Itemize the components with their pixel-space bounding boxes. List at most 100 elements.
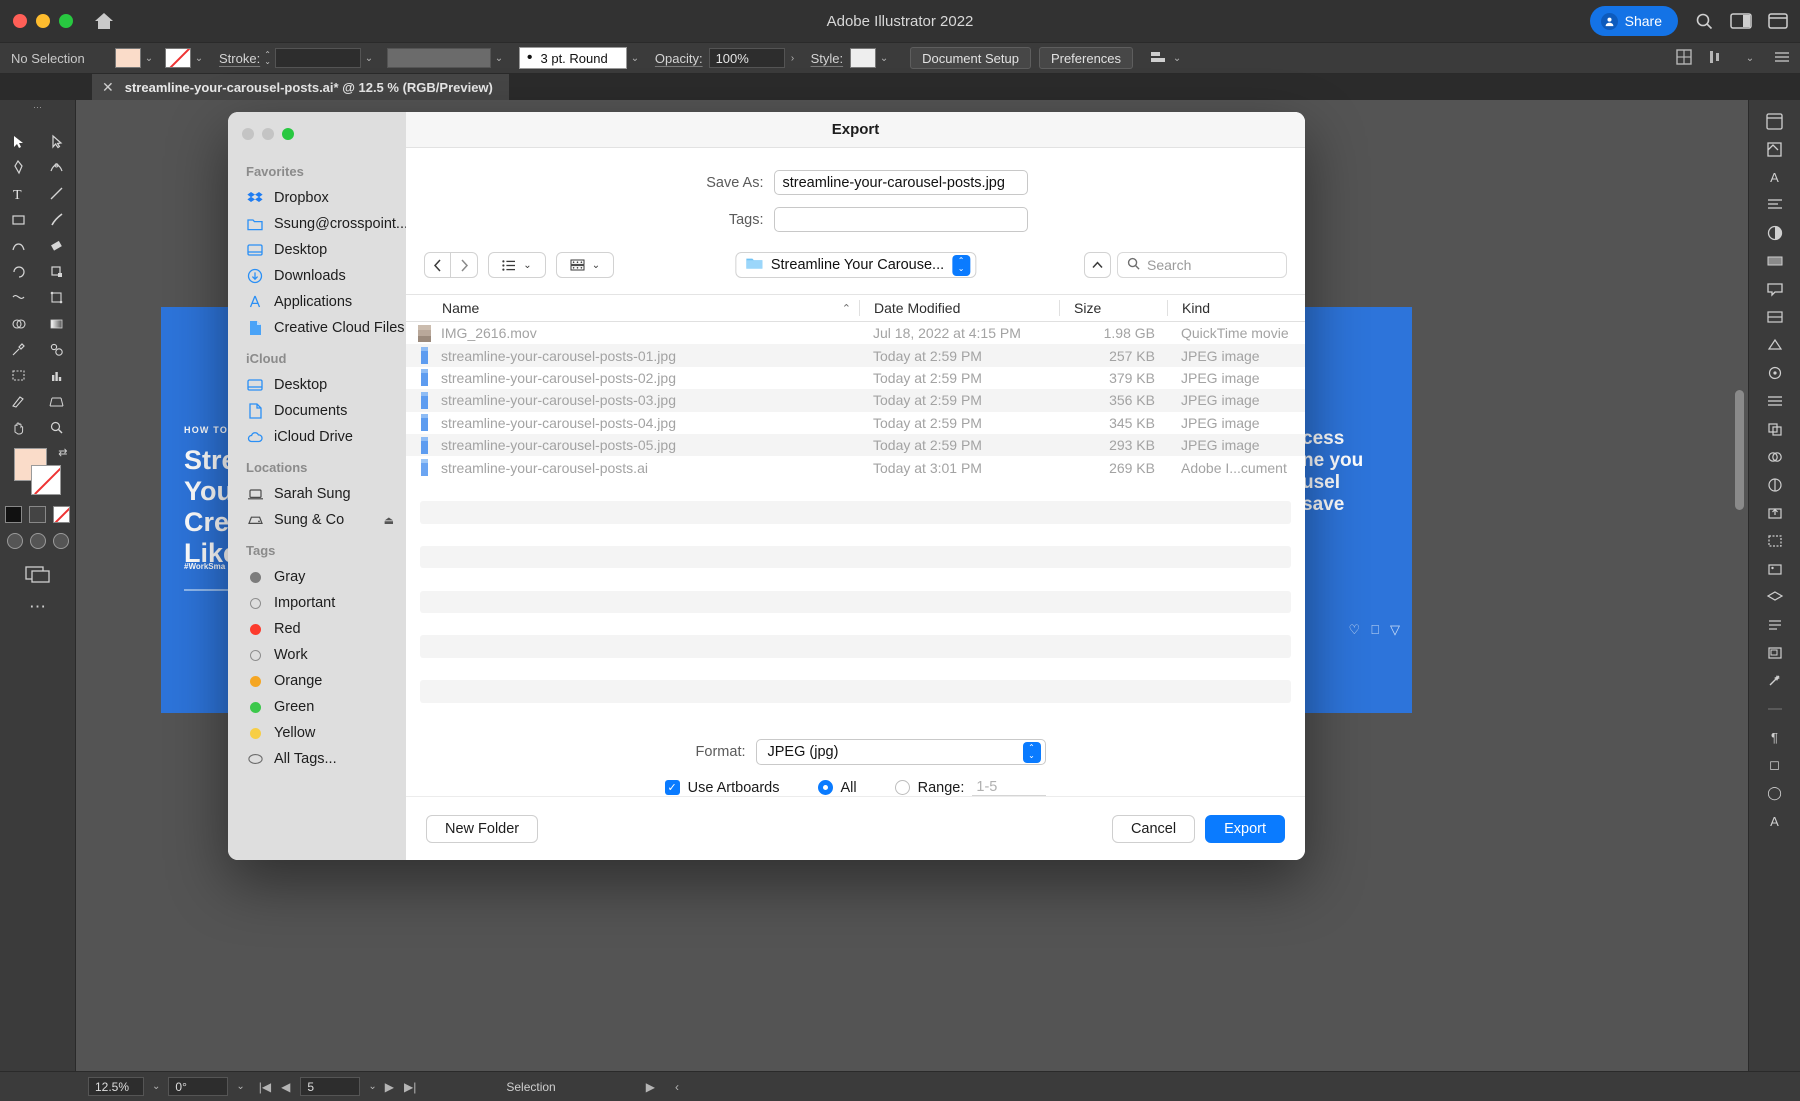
arrange-documents-icon[interactable] xyxy=(1730,12,1752,30)
paragraph-panel-icon[interactable] xyxy=(1755,192,1795,218)
dialog-close-button[interactable] xyxy=(242,128,254,140)
properties-panel-icon[interactable] xyxy=(1755,108,1795,134)
pathfinder-panel-icon[interactable] xyxy=(1755,416,1795,442)
sidebar-tag-orange[interactable]: Orange xyxy=(228,668,406,694)
dialog-minimize-button[interactable] xyxy=(262,128,274,140)
column-header-name[interactable]: Name ⌃ xyxy=(406,300,859,316)
table-row[interactable]: streamline-your-carousel-posts-01.jpg To… xyxy=(406,344,1305,367)
scale-tool[interactable] xyxy=(38,258,76,284)
asset-export-panel-icon[interactable] xyxy=(1755,500,1795,526)
sidebar-tag-yellow[interactable]: Yellow xyxy=(228,720,406,746)
width-tool[interactable] xyxy=(0,284,38,310)
rotate-tool[interactable] xyxy=(0,258,38,284)
status-flyout-icon[interactable]: ▶ xyxy=(646,1080,655,1094)
sidebar-item-desktop[interactable]: Desktop xyxy=(228,237,406,263)
layers-panel-icon[interactable] xyxy=(1755,584,1795,610)
export-button[interactable]: Export xyxy=(1205,814,1285,843)
save-as-input[interactable]: streamline-your-carousel-posts.jpg xyxy=(773,170,1028,195)
color-guide-panel-icon[interactable] xyxy=(1755,472,1795,498)
brush-definition-control[interactable]: • 3 pt. Round ⌄ xyxy=(518,47,643,69)
status-previous-icon[interactable]: ‹ xyxy=(675,1080,679,1094)
stroke-profile-field[interactable] xyxy=(386,48,491,68)
opacity-flyout-icon[interactable]: › xyxy=(785,53,801,64)
sidebar-item-downloads[interactable]: Downloads xyxy=(228,263,406,289)
sidebar-item-icloud-drive[interactable]: iCloud Drive xyxy=(228,424,406,450)
format-stepper-icon[interactable]: ⌃ ⌄ xyxy=(1022,741,1041,763)
chevron-down-icon[interactable]: ⌄ xyxy=(1169,53,1185,64)
libraries-panel-icon[interactable] xyxy=(1755,136,1795,162)
comments-panel-icon[interactable] xyxy=(1755,276,1795,302)
chevron-down-icon[interactable]: ⌄ xyxy=(627,53,643,64)
zoom-level-field[interactable]: 12.5% xyxy=(88,1077,144,1096)
sidebar-item-applications[interactable]: Applications xyxy=(228,289,406,315)
shape-panel-icon[interactable]: ◻ xyxy=(1755,752,1795,778)
shape-builder-tool[interactable] xyxy=(0,310,38,336)
chevron-down-icon[interactable]: ⌄ xyxy=(523,260,531,271)
pen-tool[interactable] xyxy=(0,154,38,180)
transform-panel-icon[interactable] xyxy=(1755,360,1795,386)
swatches-panel-icon[interactable] xyxy=(1755,220,1795,246)
canvas-scrollbar[interactable] xyxy=(1735,390,1744,510)
dialog-traffic-lights[interactable] xyxy=(228,122,406,154)
zoom-tool[interactable] xyxy=(38,414,76,440)
brushes-panel-icon[interactable] xyxy=(1755,304,1795,330)
search-field[interactable]: Search xyxy=(1117,252,1287,278)
cancel-button[interactable]: Cancel xyxy=(1111,814,1196,843)
align-control[interactable]: ⌄ xyxy=(1149,49,1185,68)
sidebar-item-documents[interactable]: Documents xyxy=(228,398,406,424)
sidebar-tag-work[interactable]: Work xyxy=(228,642,406,668)
collapse-button[interactable] xyxy=(1084,252,1111,278)
style-control[interactable]: Style: ⌄ xyxy=(811,48,893,68)
stroke-weight-control[interactable]: Stroke: ⌃ ⌄ ⌄ xyxy=(219,48,377,68)
use-artboards-checkbox[interactable]: ✓ Use Artboards xyxy=(664,780,780,796)
navigator-panel-icon[interactable] xyxy=(1755,640,1795,666)
distribute-icon[interactable] xyxy=(1708,49,1726,68)
chevron-down-icon[interactable]: ⌄ xyxy=(152,1081,160,1092)
selection-tool[interactable] xyxy=(0,128,38,154)
chevron-down-icon[interactable]: ⌄ xyxy=(1742,53,1758,64)
align-panel-icon[interactable] xyxy=(1755,388,1795,414)
fill-stroke-indicator[interactable]: ⇄ xyxy=(0,447,75,496)
symbols-panel-icon[interactable] xyxy=(1755,332,1795,358)
range-radio[interactable]: Range: 1-5 xyxy=(894,779,1047,796)
table-row[interactable]: streamline-your-carousel-posts-04.jpg To… xyxy=(406,412,1305,434)
perspective-grid-tool[interactable] xyxy=(38,388,76,414)
hand-tool[interactable] xyxy=(0,414,38,440)
draw-normal-button[interactable] xyxy=(6,533,23,549)
opacity-control[interactable]: Opacity: 100% › xyxy=(655,48,801,68)
back-button[interactable] xyxy=(424,252,451,278)
group-by-button[interactable]: ⌄ xyxy=(556,252,614,278)
sidebar-item-sung-and-co[interactable]: Sung & Co ⏏ xyxy=(228,507,406,533)
table-row[interactable]: streamline-your-carousel-posts-05.jpg To… xyxy=(406,433,1305,457)
chevron-down-icon[interactable]: ⌄ xyxy=(876,53,892,64)
table-row[interactable]: IMG_2616.mov Jul 18, 2022 at 4:15 PM 1.9… xyxy=(406,322,1305,344)
stroke-color-control[interactable]: ⌄ xyxy=(165,48,207,68)
color-button[interactable] xyxy=(5,506,22,523)
sidebar-tag-gray[interactable]: Gray xyxy=(228,564,406,590)
share-button[interactable]: Share xyxy=(1589,6,1678,36)
character-panel-icon[interactable]: A xyxy=(1755,164,1795,190)
chevron-down-icon[interactable]: ⌄ xyxy=(191,53,207,64)
magic-wand-panel-icon[interactable] xyxy=(1755,668,1795,694)
chevron-down-icon[interactable]: ⌄ xyxy=(236,1081,244,1092)
search-icon[interactable] xyxy=(1694,11,1714,31)
sidebar-tag-all-tags[interactable]: All Tags... xyxy=(228,746,406,772)
sidebar-item-creative-cloud-files[interactable]: Creative Cloud Files xyxy=(228,315,406,341)
tools-panel-grip[interactable]: ⋯ xyxy=(0,100,75,114)
list-view-button[interactable]: ⌄ xyxy=(488,252,546,278)
graph-tool[interactable] xyxy=(38,362,76,388)
draw-behind-button[interactable] xyxy=(29,533,46,549)
slice-tool[interactable] xyxy=(0,388,38,414)
appearance-panel-icon[interactable] xyxy=(1755,444,1795,470)
links-panel-icon[interactable] xyxy=(1755,556,1795,582)
gradient-panel-icon[interactable] xyxy=(1755,248,1795,274)
rotation-field[interactable]: 0° xyxy=(168,1077,229,1096)
sidebar-item-dropbox[interactable]: Dropbox xyxy=(228,185,406,211)
grid-icon[interactable] xyxy=(1676,48,1692,68)
table-row[interactable]: streamline-your-carousel-posts-02.jpg To… xyxy=(406,367,1305,389)
eject-icon[interactable]: ⏏ xyxy=(384,514,394,527)
free-transform-tool[interactable] xyxy=(38,284,76,310)
sidebar-tag-important[interactable]: Important xyxy=(228,590,406,616)
sidebar-tag-red[interactable]: Red xyxy=(228,616,406,642)
direct-selection-tool[interactable] xyxy=(38,128,76,154)
